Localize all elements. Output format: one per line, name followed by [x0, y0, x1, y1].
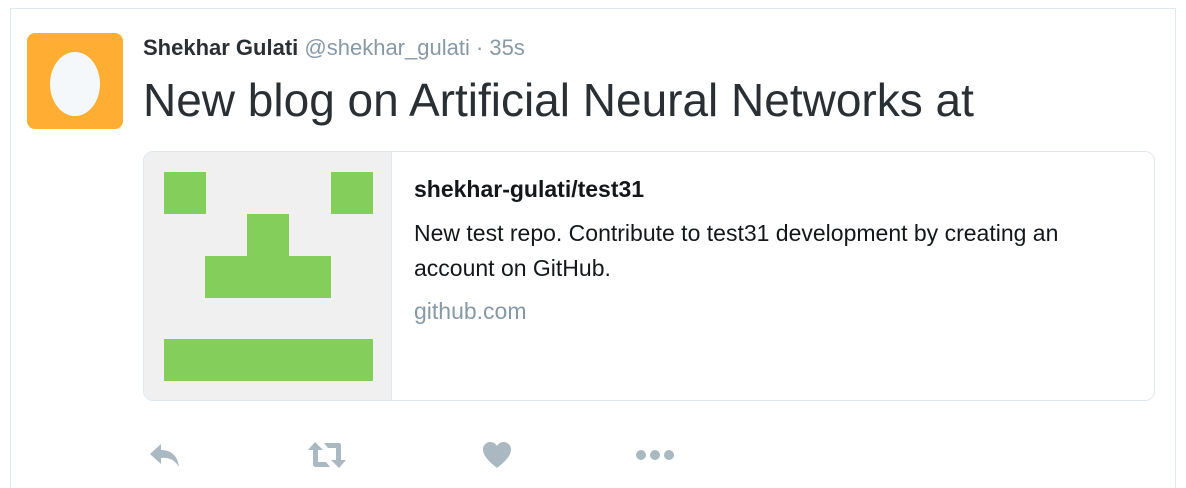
more-dots-icon	[635, 449, 675, 461]
tweet-header: Shekhar Gulati @shekhar_gulati · 35s	[143, 34, 525, 62]
card-body: shekhar-gulati/test31 New test repo. Con…	[414, 174, 1130, 326]
tweet-actions	[143, 437, 703, 473]
retweet-icon	[306, 440, 348, 470]
egg-avatar-icon[interactable]	[27, 33, 123, 129]
heart-icon	[481, 440, 513, 470]
more-button[interactable]	[633, 437, 677, 473]
tweet-timestamp[interactable]: 35s	[489, 35, 524, 60]
like-button[interactable]	[475, 437, 519, 473]
tweet[interactable]: Shekhar Gulati @shekhar_gulati · 35s New…	[10, 8, 1176, 488]
retweet-button[interactable]	[305, 437, 349, 473]
tweet-text: New blog on Artificial Neural Networks a…	[143, 74, 974, 126]
card-domain: github.com	[414, 298, 527, 324]
author-username[interactable]: @shekhar_gulati	[304, 35, 469, 60]
reply-icon	[147, 440, 183, 470]
reply-button[interactable]	[143, 437, 187, 473]
link-card[interactable]: shekhar-gulati/test31 New test repo. Con…	[143, 151, 1155, 401]
author-fullname[interactable]: Shekhar Gulati	[143, 35, 298, 60]
card-description: New test repo. Contribute to test31 deve…	[414, 220, 1059, 281]
github-identicon	[144, 152, 392, 400]
card-title[interactable]: shekhar-gulati/test31	[414, 174, 1130, 204]
header-separator: ·	[475, 35, 484, 60]
